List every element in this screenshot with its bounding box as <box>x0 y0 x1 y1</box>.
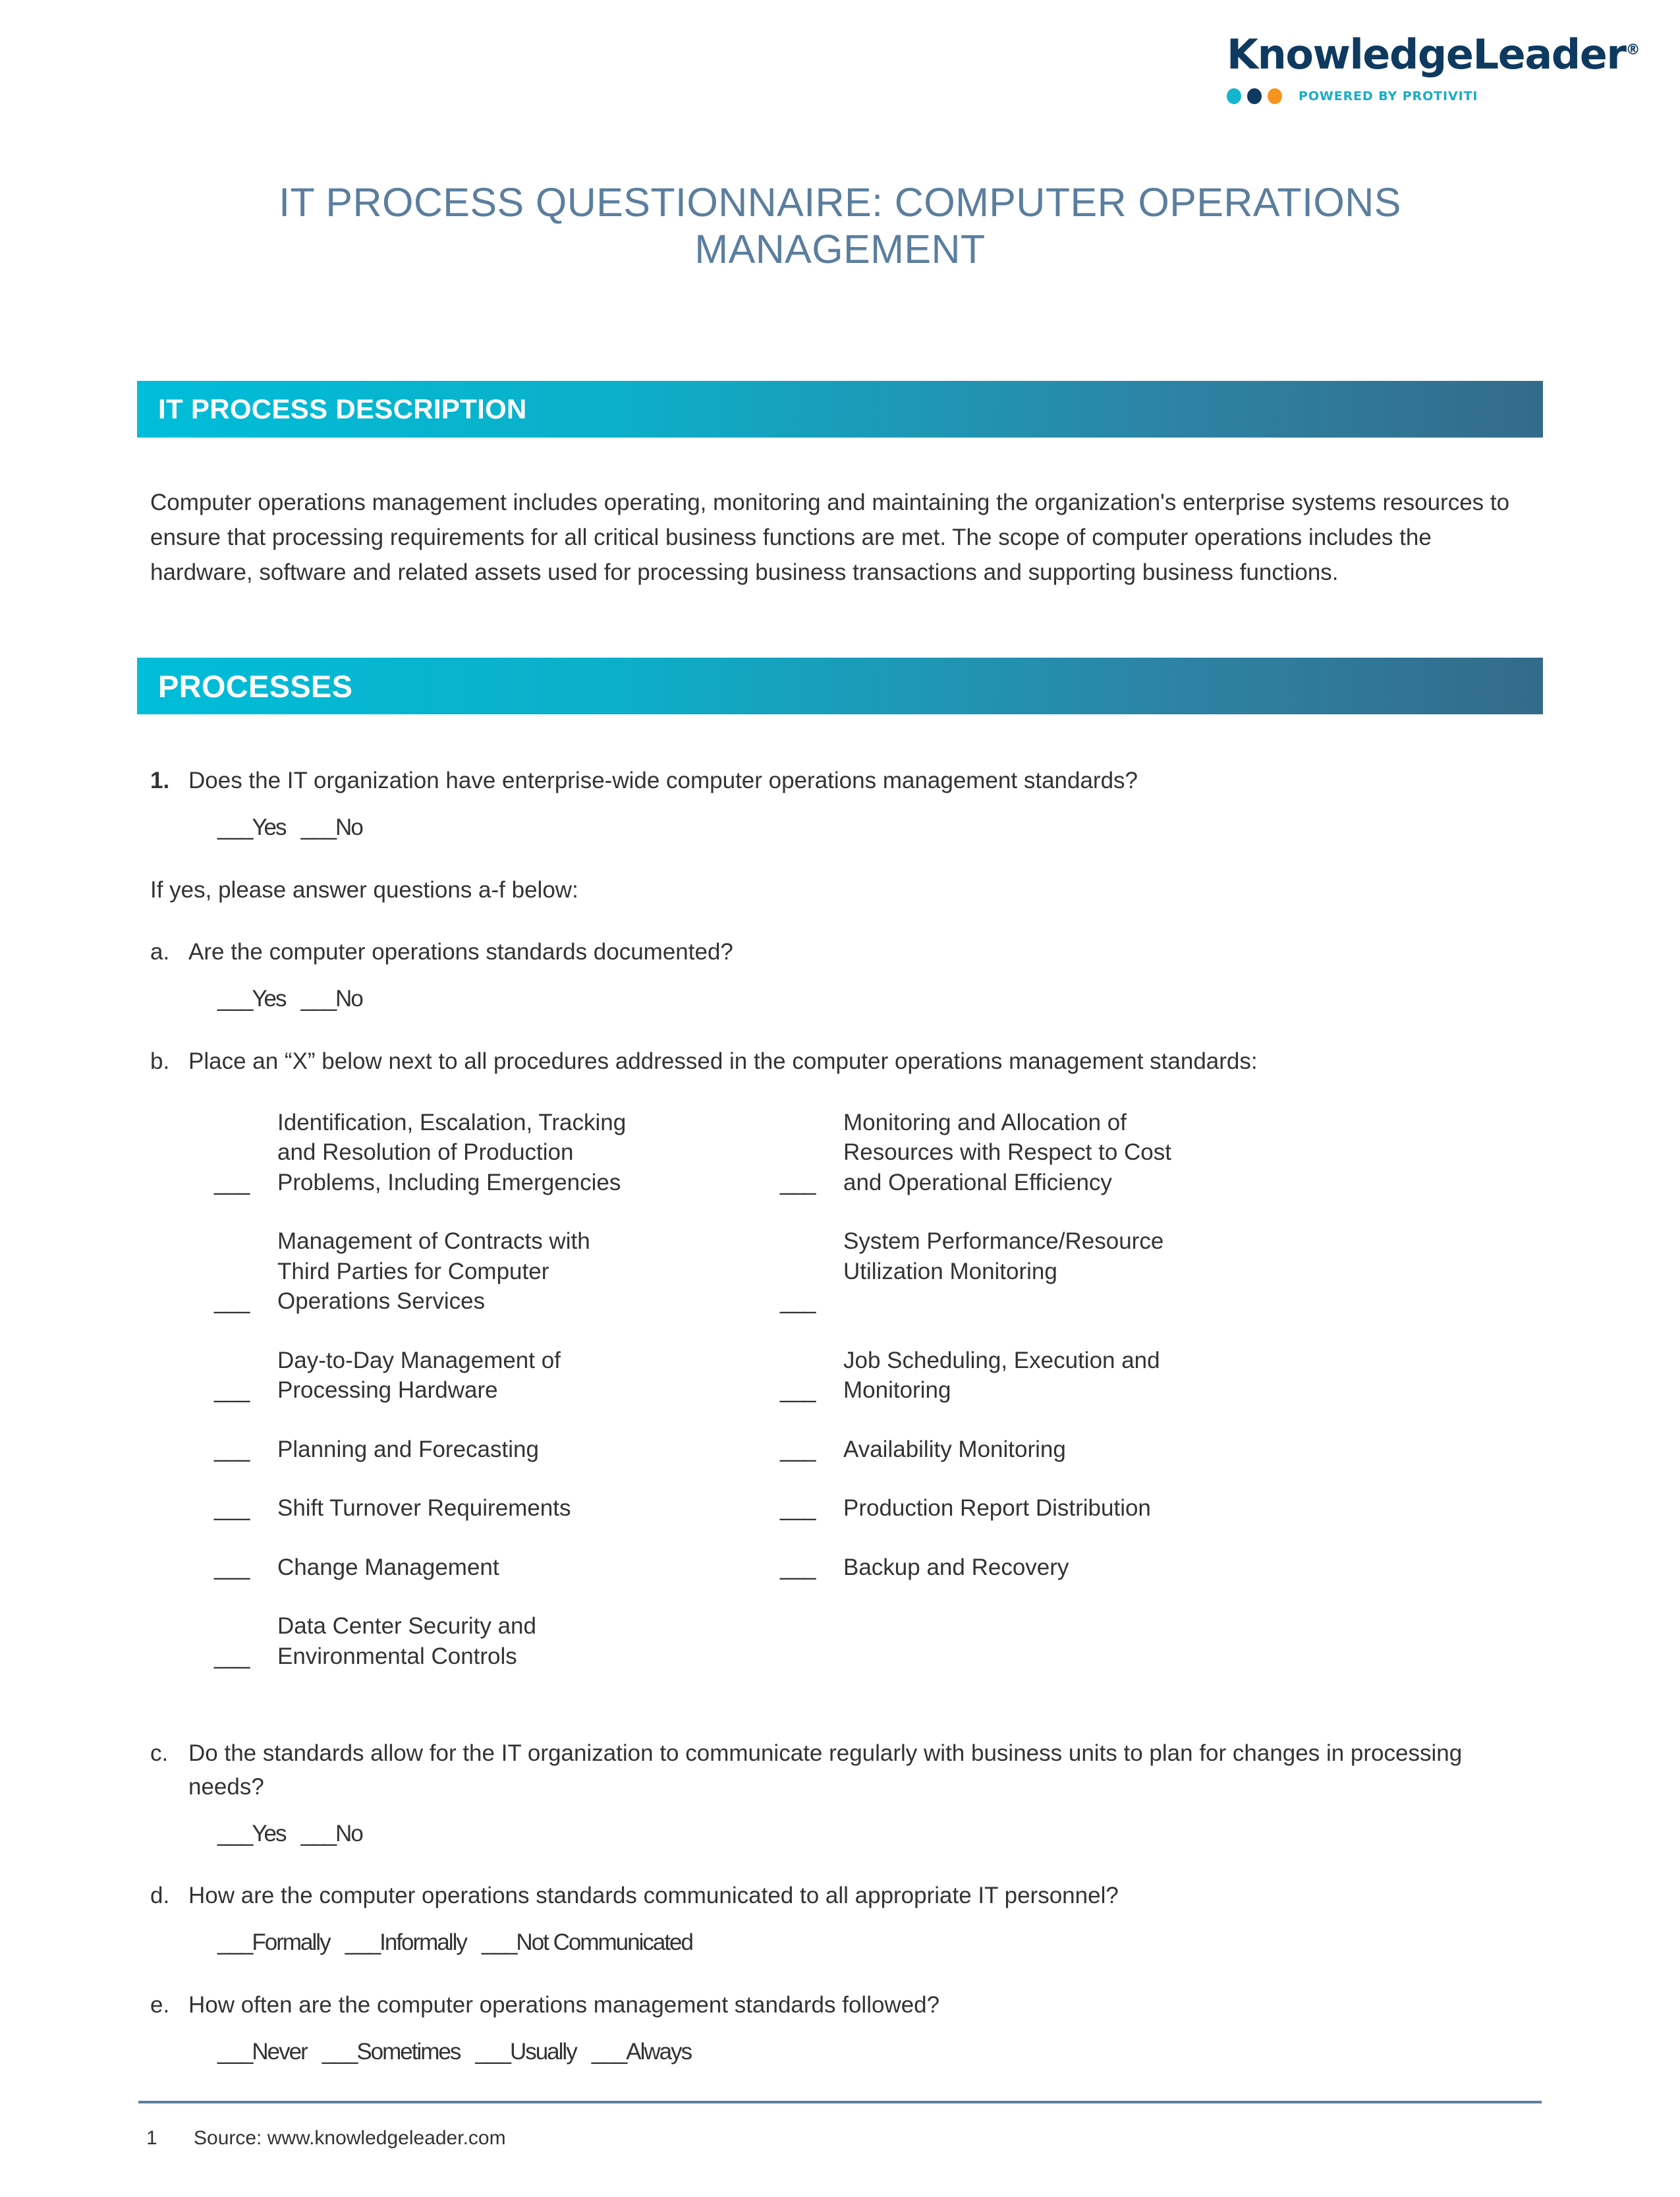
question-c-letter: c. <box>150 1740 169 1766</box>
question-c-text: Do the standards allow for the IT organi… <box>188 1740 1463 1800</box>
question-c: c. Do the standards allow for the IT org… <box>150 1737 1521 1804</box>
question-e-answer-blanks[interactable]: ___Never ___Sometimes ___Usually ___Alwa… <box>217 2036 1680 2069</box>
registered-trademark-icon: ® <box>1625 42 1640 59</box>
question-e-letter: e. <box>150 1991 170 2018</box>
checklist-blank[interactable]: ___ <box>214 1168 250 1198</box>
section-header-it-process-description: IT PROCESS DESCRIPTION <box>137 381 1543 438</box>
page-title: IT PROCESS QUESTIONNAIRE: COMPUTER OPERA… <box>279 180 1401 271</box>
question-d-text: How are the computer operations standard… <box>188 1883 1119 1909</box>
checklist-item[interactable]: ___ Shift Turnover Requirements <box>214 1493 735 1524</box>
logo-dot-orange-icon <box>1268 88 1282 104</box>
footer-source: Source: www.knowledgeleader.com <box>194 2127 506 2149</box>
checklist-item[interactable]: ___ Job Scheduling, Execution and Monitori… <box>780 1346 1373 1406</box>
checklist-item-label: Monitoring and Allocation of Resources wi… <box>843 1109 1171 1195</box>
logo-wordmark-text: KnowledgeLeader <box>1227 30 1627 78</box>
checklist-row: ___ Planning and Forecasting ___ Availabili… <box>150 1435 1521 1465</box>
logo-tagline-row: POWERED BY PROTIVITI <box>1227 88 1569 104</box>
checklist-item[interactable]: ___ Backup and Recovery <box>780 1553 1373 1583</box>
logo-wordmark: KnowledgeLeader® <box>1227 34 1640 75</box>
checklist-item[interactable]: ___ Production Report Distribution <box>780 1493 1373 1524</box>
checklist-item-label: Management of Contracts with Third Partie… <box>277 1228 590 1314</box>
section-header-processes: PROCESSES <box>137 658 1543 714</box>
checklist-blank[interactable]: ___ <box>780 1435 816 1465</box>
question-b: b. Place an “X” below next to all proced… <box>150 1045 1521 1079</box>
checklist-blank[interactable]: ___ <box>780 1375 816 1406</box>
question-e: e. How often are the computer operations… <box>150 1989 1521 2022</box>
checklist-blank[interactable]: ___ <box>214 1553 250 1583</box>
checklist-item[interactable]: ___ Monitoring and Allocation of Resources… <box>780 1108 1373 1198</box>
if-yes-instruction: If yes, please answer questions a-f belo… <box>150 876 578 903</box>
checklist-item-label: Planning and Forecasting <box>277 1436 539 1462</box>
checklist-row: ___ Shift Turnover Requirements ___ Product… <box>150 1493 1521 1524</box>
question-1-number: 1. <box>150 768 170 793</box>
checklist-item-label: Shift Turnover Requirements <box>277 1495 571 1521</box>
question-d-letter: d. <box>150 1883 170 1909</box>
section-header-label: IT PROCESS DESCRIPTION <box>158 393 527 424</box>
checklist-item[interactable]: ___ Availability Monitoring <box>780 1435 1373 1465</box>
checklist-item-label: Identification, Escalation, Tracking and … <box>277 1109 627 1195</box>
checklist-item[interactable]: ___ Identification, Escalation, Tracking a… <box>214 1108 735 1198</box>
footer: 1 Source: www.knowledgeleader.com <box>146 2127 506 2150</box>
checklist-item-label: Job Scheduling, Execution and Monitoring <box>843 1347 1160 1404</box>
question-a-text: Are the computer operations standards do… <box>188 939 733 965</box>
checklist-item-label: Change Management <box>277 1554 499 1580</box>
checklist-blank[interactable]: ___ <box>780 1493 816 1524</box>
checklist-item[interactable]: ___ Planning and Forecasting <box>214 1435 735 1465</box>
question-c-answer-blanks[interactable]: ___Yes ___No <box>217 1817 1680 1851</box>
checklist-blank[interactable]: ___ <box>214 1375 250 1406</box>
question-e-text: How often are the computer operations ma… <box>188 1991 940 2018</box>
checklist-item[interactable]: ___ Change Management <box>214 1553 735 1583</box>
question-a: a. Are the computer operations standards… <box>150 936 1521 969</box>
checklist-blank[interactable]: ___ <box>780 1286 816 1317</box>
checklist-blank[interactable]: ___ <box>780 1168 816 1198</box>
checklist-blank[interactable]: ___ <box>214 1641 250 1672</box>
question-a-answer-blanks[interactable]: ___Yes ___No <box>217 983 1680 1016</box>
page-number: 1 <box>146 2127 157 2149</box>
question-1-text: Does the IT organization have enterprise… <box>188 768 1138 793</box>
checklist-blank[interactable]: ___ <box>214 1435 250 1465</box>
question-d: d. How are the computer operations stand… <box>150 1879 1521 1913</box>
knowledgeleader-logo: KnowledgeLeader® POWERED BY PROTIVITI <box>1227 34 1640 104</box>
checklist-item-label: System Performance/Resource Utilization M… <box>843 1228 1164 1284</box>
checklist-blank[interactable]: ___ <box>780 1553 816 1583</box>
question-b-letter: b. <box>150 1048 170 1074</box>
logo-dot-navy-icon <box>1247 88 1262 104</box>
checklist-row: ___ Management of Contracts with Third Par… <box>150 1226 1521 1317</box>
question-1-answer-blanks[interactable]: ___Yes ___No <box>217 811 1680 845</box>
logo-dot-cyan-icon <box>1227 88 1241 104</box>
checklist-item-label: Day-to-Day Management of Processing Hardw… <box>277 1347 561 1404</box>
logo-tagline: POWERED BY PROTIVITI <box>1299 89 1478 103</box>
checklist-row: ___ Identification, Escalation, Tracking a… <box>150 1108 1521 1198</box>
checklist-item[interactable]: ___ Management of Contracts with Third Par… <box>214 1226 735 1317</box>
checklist-row: ___ Day-to-Day Management of Processing Ha… <box>150 1346 1521 1406</box>
checklist-item-label: Production Report Distribution <box>843 1495 1151 1521</box>
procedures-checklist: ___ Identification, Escalation, Tracking a… <box>150 1108 1521 1672</box>
section-header-label: PROCESSES <box>158 668 353 704</box>
checklist-blank[interactable]: ___ <box>214 1493 250 1524</box>
question-1: 1. Does the IT organization have enterpr… <box>150 764 1521 798</box>
question-a-letter: a. <box>150 939 170 965</box>
checklist-blank[interactable]: ___ <box>214 1286 250 1317</box>
checklist-row: ___ Change Management ___ Backup and Recove… <box>150 1553 1521 1583</box>
checklist-item-label: Backup and Recovery <box>843 1554 1069 1580</box>
question-b-text: Place an “X” below next to all procedure… <box>188 1048 1258 1074</box>
footer-divider <box>138 2101 1542 2103</box>
checklist-item[interactable]: ___ System Performance/Resource Utilizatio… <box>780 1226 1373 1317</box>
question-d-answer-blanks[interactable]: ___Formally ___Informally ___Not Communi… <box>217 1926 1680 1960</box>
document-page: KnowledgeLeader® POWERED BY PROTIVITI IT… <box>0 0 1680 2197</box>
process-description-text: Computer operations management includes … <box>150 490 1510 586</box>
checklist-item-label: Data Center Security and Environmental Co… <box>277 1613 536 1669</box>
questionnaire-body: 1. Does the IT organization have enterpr… <box>0 764 1680 2069</box>
checklist-item[interactable]: ___ Data Center Security and Environmental… <box>214 1611 735 1671</box>
checklist-item-label: Availability Monitoring <box>843 1436 1066 1462</box>
checklist-row: ___ Data Center Security and Environmental… <box>150 1611 1521 1671</box>
checklist-item-empty <box>780 1611 1373 1671</box>
checklist-item[interactable]: ___ Day-to-Day Management of Processing Ha… <box>214 1346 735 1406</box>
